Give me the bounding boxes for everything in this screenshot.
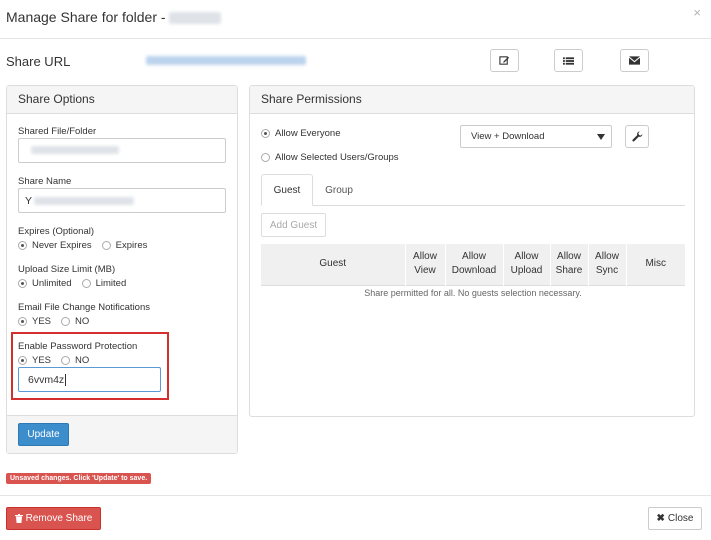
column-header-allow-view: Allow View bbox=[404, 244, 445, 285]
email-yes-radio[interactable] bbox=[18, 317, 27, 326]
close-x-icon[interactable]: × bbox=[693, 5, 701, 20]
email-no-label: NO bbox=[75, 316, 90, 327]
password-value: 6vvm4z bbox=[28, 373, 65, 386]
allow-selected-label: Allow Selected Users/Groups bbox=[275, 152, 399, 163]
remove-share-label: Remove Share bbox=[25, 513, 93, 524]
limited-label: Limited bbox=[95, 278, 127, 289]
password-protection-label: Enable Password Protection bbox=[18, 341, 138, 352]
text-cursor bbox=[65, 373, 67, 386]
share-name-value-redacted bbox=[34, 196, 135, 205]
share-name-input[interactable]: Y bbox=[18, 188, 226, 213]
expires-radio[interactable] bbox=[101, 241, 111, 250]
permission-select-value: View + Download bbox=[471, 131, 545, 142]
caret-down-icon bbox=[597, 133, 605, 140]
never-expires-radio[interactable] bbox=[18, 241, 27, 250]
list-button[interactable] bbox=[554, 49, 583, 72]
password-yes-radio[interactable] bbox=[18, 356, 27, 365]
password-no-radio[interactable] bbox=[61, 356, 71, 365]
folder-name-redacted bbox=[169, 12, 222, 25]
email-no-radio[interactable] bbox=[61, 317, 71, 326]
tab-guest[interactable]: Guest bbox=[261, 174, 313, 206]
shared-file-value-redacted bbox=[31, 146, 119, 155]
password-input[interactable]: 6vvm4z bbox=[18, 367, 161, 392]
column-header-allow-sync: Allow Sync bbox=[587, 244, 626, 285]
email-notification-label: Email File Change Notifications bbox=[18, 302, 151, 313]
close-button[interactable]: ✖ Close bbox=[648, 507, 702, 530]
remove-share-button[interactable]: Remove Share bbox=[6, 507, 101, 530]
password-no-label: NO bbox=[75, 355, 90, 366]
share-url-link[interactable] bbox=[146, 56, 306, 65]
limited-radio[interactable] bbox=[81, 279, 91, 288]
empty-guests-message: Share permitted for all. No guests selec… bbox=[364, 287, 582, 298]
tab-group[interactable]: Group bbox=[315, 174, 363, 206]
dialog-title-text: Manage Share for folder - bbox=[6, 9, 170, 25]
dialog-title: Manage Share for folder - bbox=[6, 9, 222, 25]
allow-everyone-label: Allow Everyone bbox=[275, 128, 341, 139]
permission-select[interactable]: View + Download bbox=[460, 125, 612, 148]
never-expires-label: Never Expires bbox=[32, 240, 92, 251]
allow-everyone-radio[interactable] bbox=[261, 129, 270, 138]
share-permissions-heading: Share Permissions bbox=[250, 86, 694, 114]
close-button-label: Close bbox=[667, 513, 694, 524]
shared-file-input[interactable] bbox=[18, 138, 226, 163]
settings-button[interactable] bbox=[625, 125, 649, 148]
unlimited-radio[interactable] bbox=[18, 279, 27, 288]
unsaved-changes-badge: Unsaved changes. Click 'Update' to save. bbox=[6, 473, 152, 484]
share-name-prefix: Y bbox=[25, 194, 33, 207]
share-url-label: Share URL bbox=[6, 54, 71, 69]
list-icon bbox=[563, 56, 574, 65]
header-divider bbox=[0, 38, 711, 39]
envelope-icon bbox=[629, 56, 640, 65]
wrench-icon bbox=[631, 131, 642, 142]
shared-file-label: Shared File/Folder bbox=[18, 126, 97, 137]
edit-icon bbox=[499, 56, 510, 65]
expires-label: Expires (Optional) bbox=[18, 226, 95, 237]
column-header-misc: Misc bbox=[625, 244, 685, 285]
unlimited-label: Unlimited bbox=[32, 278, 72, 289]
password-radio-group: YES NO bbox=[18, 355, 89, 366]
upload-limit-radio-group: Unlimited Limited bbox=[18, 278, 126, 289]
footer-divider bbox=[0, 495, 711, 496]
close-x-glyph-icon: ✖ bbox=[656, 513, 665, 524]
edit-url-button[interactable] bbox=[490, 49, 519, 72]
update-button[interactable]: Update bbox=[18, 423, 69, 446]
email-button[interactable] bbox=[620, 49, 649, 72]
expires-option-label: Expires bbox=[115, 240, 148, 251]
email-notification-radio-group: YES NO bbox=[18, 316, 89, 327]
upload-limit-label: Upload Size Limit (MB) bbox=[18, 264, 116, 275]
column-header-allow-download: Allow Download bbox=[444, 244, 503, 285]
trash-icon bbox=[14, 514, 23, 523]
column-header-guest: Guest bbox=[261, 244, 405, 285]
allow-everyone-option: Allow Everyone bbox=[261, 128, 340, 139]
column-header-allow-upload: Allow Upload bbox=[502, 244, 550, 285]
permissions-table: Guest Allow View Allow Download Allow Uploa… bbox=[261, 244, 685, 300]
column-header-allow-share: Allow Share bbox=[549, 244, 588, 285]
expires-radio-group: Never Expires Expires bbox=[18, 240, 147, 251]
password-yes-label: YES bbox=[32, 355, 52, 366]
allow-selected-option: Allow Selected Users/Groups bbox=[261, 152, 399, 163]
email-yes-label: YES bbox=[32, 316, 52, 327]
add-guest-button[interactable]: Add Guest bbox=[261, 213, 326, 237]
share-options-heading: Share Options bbox=[7, 86, 237, 114]
allow-selected-radio[interactable] bbox=[261, 153, 270, 162]
share-name-label: Share Name bbox=[18, 176, 72, 187]
